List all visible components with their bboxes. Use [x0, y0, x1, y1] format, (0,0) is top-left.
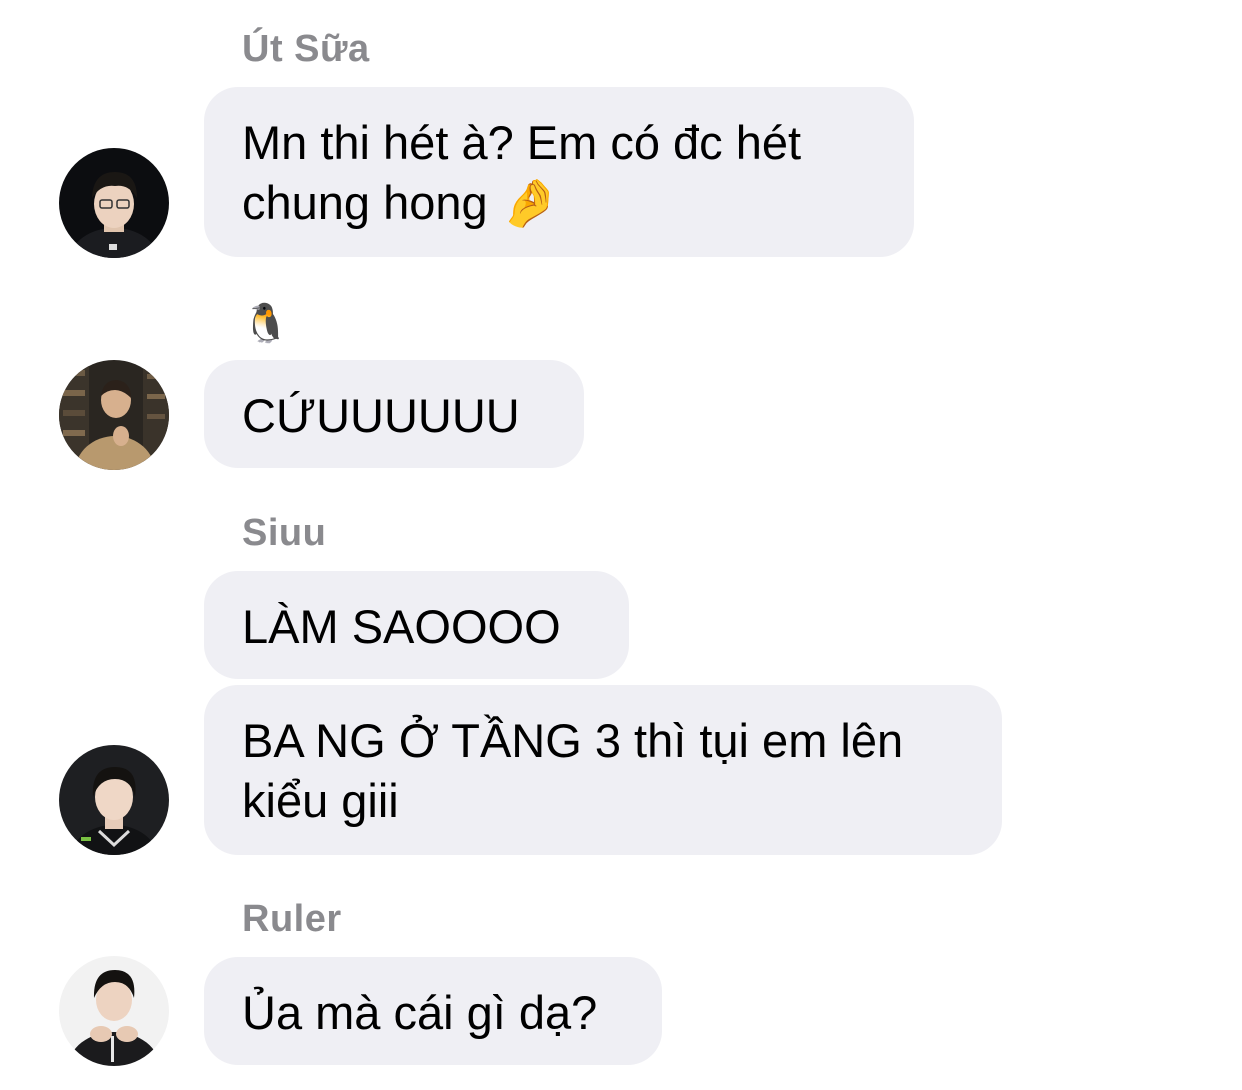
message-bubble[interactable]: Ủa mà cái gì dạ? [204, 957, 662, 1065]
avatar-image [59, 956, 169, 1066]
message-bubble[interactable]: LÀM SAOOOO [204, 571, 629, 679]
sender-name: Ruler [242, 898, 342, 940]
avatar-image [59, 360, 169, 470]
message-bubble[interactable]: BA NG Ở TẦNG 3 thì tụi em lên kiểu giii [204, 685, 1002, 855]
sender-name: Út Sữa [242, 28, 370, 70]
avatar-image [59, 745, 169, 855]
avatar-image [59, 148, 169, 258]
avatar[interactable] [59, 956, 169, 1066]
avatar[interactable] [59, 745, 169, 855]
avatar[interactable] [59, 360, 169, 470]
sender-name: 🐧 [242, 303, 290, 345]
message-bubble[interactable]: Mn thi hét à? Em có đc hét chung hong 🤌 [204, 87, 914, 257]
sender-name: Siuu [242, 512, 327, 554]
avatar[interactable] [59, 148, 169, 258]
message-bubble[interactable]: CỨUUUUUU [204, 360, 584, 468]
